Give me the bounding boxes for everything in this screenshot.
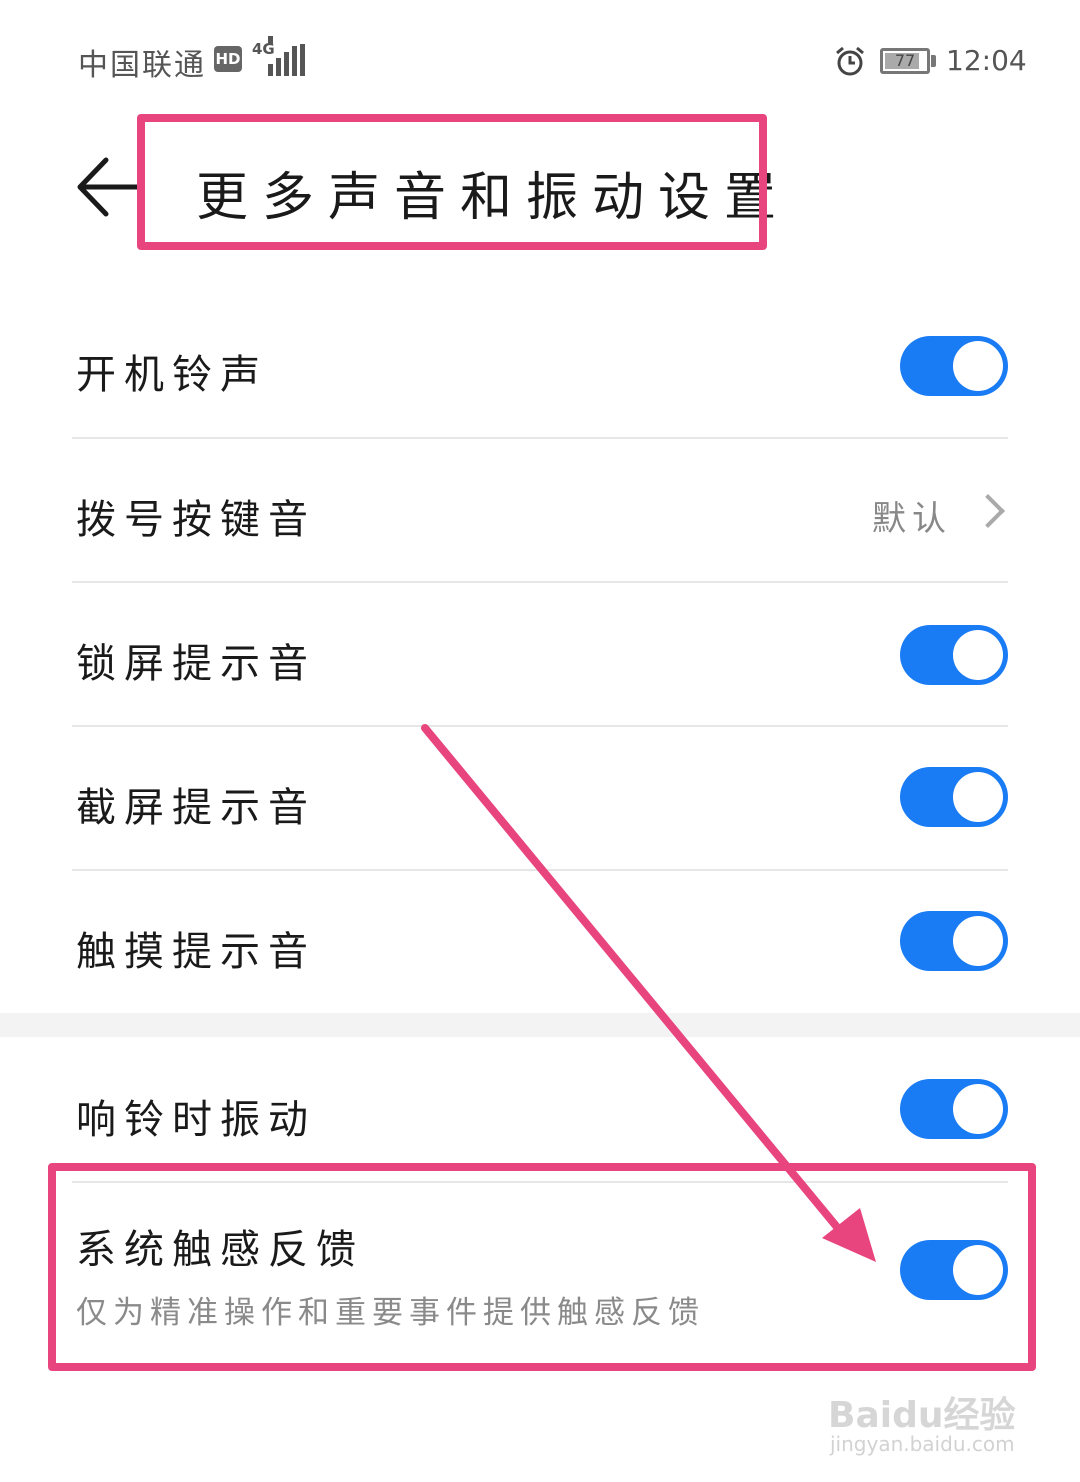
watermark-url: jingyan.baidu.com: [830, 1432, 1015, 1456]
baidu-watermark-logo: Baidu经验: [828, 1395, 1016, 1436]
annotation-arrow: [421, 724, 876, 1262]
